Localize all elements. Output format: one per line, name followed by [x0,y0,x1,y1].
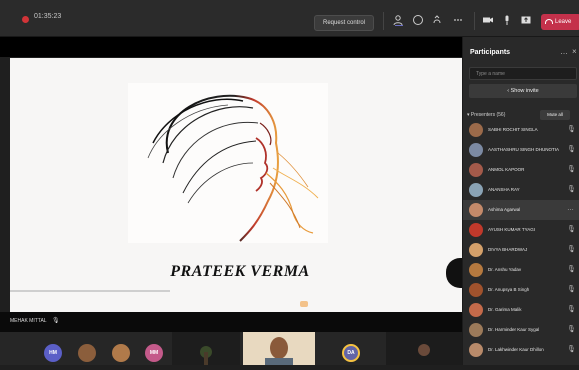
share-screen-icon[interactable] [519,13,533,27]
reactions-icon[interactable] [430,13,444,27]
participants-icon[interactable] [392,13,406,27]
participant-row[interactable]: Dr. Anupsya B Singh 🎙 [463,280,579,300]
stage-top-bar [0,37,462,57]
phone-icon [545,19,553,24]
gallery-avatar[interactable]: HM [44,344,62,362]
participant-name: Dr. Garima Malik [488,307,522,312]
slide-title: PRATEEK VERMA [170,263,310,280]
mic-muted-icon: 🎙 [567,126,576,133]
shared-slide: PRATEEK VERMA [10,58,462,312]
mic-muted-icon: 🎙 [567,226,576,233]
show-invite-button[interactable]: ‹ Show invite [469,84,577,98]
participant-name: Dr. Harminder Kaur Sygal [488,327,540,332]
participant-name: AYUSH KUMAR TYAGI [488,227,536,232]
participant-name: SABHI ROCHIT SINGLA [488,127,538,132]
participant-row[interactable]: Dr. Harminder Kaur Sygal 🎙 [463,320,579,340]
avatar [469,283,483,297]
gallery-avatar[interactable] [78,344,96,362]
leave-button[interactable]: Leave [541,14,579,30]
slide-divider-line [10,290,170,292]
mic-muted-icon: 🎙 [567,146,576,153]
toolbar-divider [383,12,384,30]
sketch-portrait-illustration [147,94,319,242]
participant-name: Ashima Agarwal [488,207,521,212]
mic-muted-icon: 🎙 [567,306,576,313]
participant-row[interactable]: AYUSH KUMAR TYAGI 🎙 [463,220,579,240]
panel-more-icon[interactable]: … [560,47,568,56]
plant-video-feed [172,332,240,365]
show-invite-label: Show invite [510,88,539,94]
mic-muted-icon: 🎙 [567,346,576,353]
stage-bottom-bar [0,312,462,332]
presenter-mic-icon: 🎙 [52,318,60,324]
gallery-avatar[interactable] [112,344,130,362]
participant-name: DIVYA BHARDWAJ [488,247,528,252]
participant-row[interactable]: Dr. Lakhwinder Kaur Dhillon 🎙 [463,340,579,360]
participant-name: ANMOL KAPOOR [488,167,525,172]
request-control-button[interactable]: Request control [314,15,374,31]
meeting-timer: 01:35:23 [34,13,62,20]
camera-icon[interactable] [481,13,495,27]
leave-label: Leave [555,19,572,25]
presenters-section-header[interactable]: ▾ Presenters (56) [467,112,505,118]
slide-accent-mark [300,301,308,307]
participant-row[interactable]: Dr. Garima Malik 🎙 [463,300,579,320]
avatar [469,303,483,317]
video-tile[interactable] [386,332,462,365]
avatar [469,143,483,157]
mic-muted-icon: 🎙 [567,246,576,253]
avatar [469,323,483,337]
participant-row[interactable]: Dr. Anshu Yadav 🎙 [463,260,579,280]
mic-muted-icon: 🎙 [567,326,576,333]
mic-muted-icon: 🎙 [567,286,576,293]
participant-row[interactable]: DIVYA BHARDWAJ 🎙 [463,240,579,260]
participant-row[interactable]: Ashima Agarwal … [463,200,579,220]
participant-search-input[interactable]: Type a name [469,67,577,80]
participant-row[interactable]: ANANSHA RAY 🎙 [463,180,579,200]
avatar [469,263,483,277]
participant-name: AASTHASHRU SINGH DHUNOTIA [488,147,560,152]
avatar [469,223,483,237]
portrait-artwork [128,83,328,243]
more-icon[interactable] [451,13,465,27]
avatar [469,163,483,177]
mic-muted-icon: 🎙 [567,186,576,193]
participant-name: Dr. Anupsya B Singh [488,287,530,292]
avatar [469,243,483,257]
chat-icon[interactable] [411,13,425,27]
video-tile[interactable] [172,332,240,365]
participant-video-feed [386,332,462,365]
video-tile[interactable] [243,332,315,366]
presenters-section-label: Presenters (56) [470,112,506,118]
gallery-avatar[interactable]: MM [145,344,163,362]
mic-muted-icon: 🎙 [567,166,576,173]
avatar [469,123,483,137]
mute-all-button[interactable]: Mute all [540,110,570,120]
row-more-icon[interactable]: … [567,205,574,212]
participant-row[interactable]: ANMOL KAPOOR 🎙 [463,160,579,180]
panel-close-icon[interactable]: × [572,47,577,56]
participant-name: Dr. Lakhwinder Kaur Dhillon [488,347,544,352]
avatar [469,203,483,217]
panel-title: Participants [470,49,511,56]
mic-muted-icon: 🎙 [567,266,576,273]
avatar [469,343,483,357]
recording-indicator-icon [22,16,29,23]
participant-name: ANANSHA RAY [488,187,520,192]
mic-icon[interactable] [500,13,514,27]
gallery-avatar[interactable]: DA [342,344,360,362]
presenter-name: MEHAK MITTAL [10,318,47,324]
participant-row[interactable]: AASTHASHRU SINGH DHUNOTIA 🎙 [463,140,579,160]
participant-row[interactable]: SABHI ROCHIT SINGLA 🎙 [463,120,579,140]
participant-video-feed [243,332,315,366]
participant-name: Dr. Anshu Yadav [488,267,522,272]
avatar [469,183,483,197]
toolbar-divider [474,12,475,30]
